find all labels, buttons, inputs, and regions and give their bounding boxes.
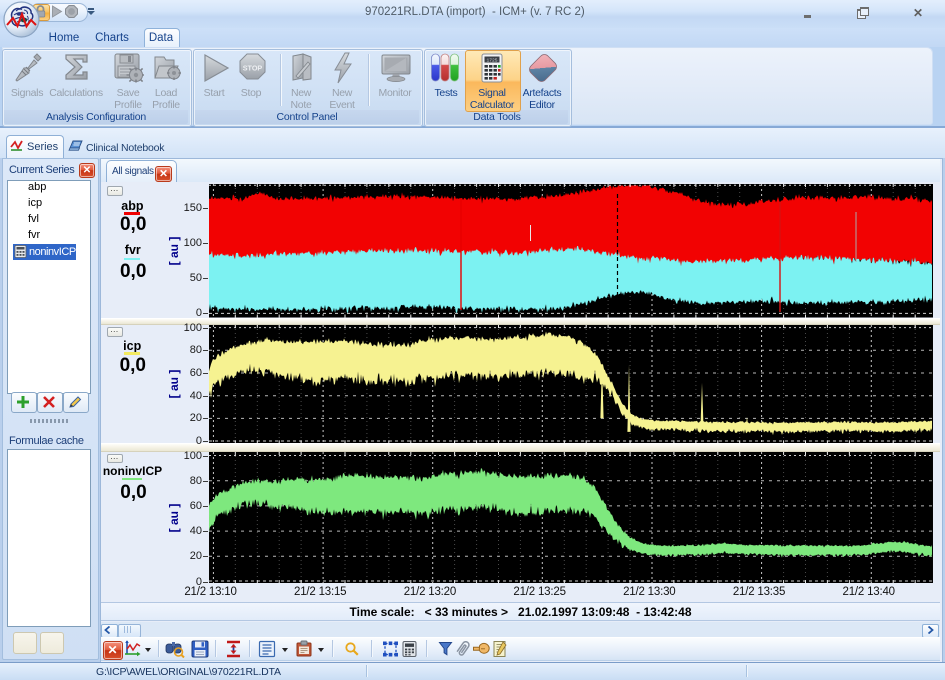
svg-text:1725: 1725 <box>486 58 497 64</box>
svg-text:STOP: STOP <box>243 64 263 73</box>
